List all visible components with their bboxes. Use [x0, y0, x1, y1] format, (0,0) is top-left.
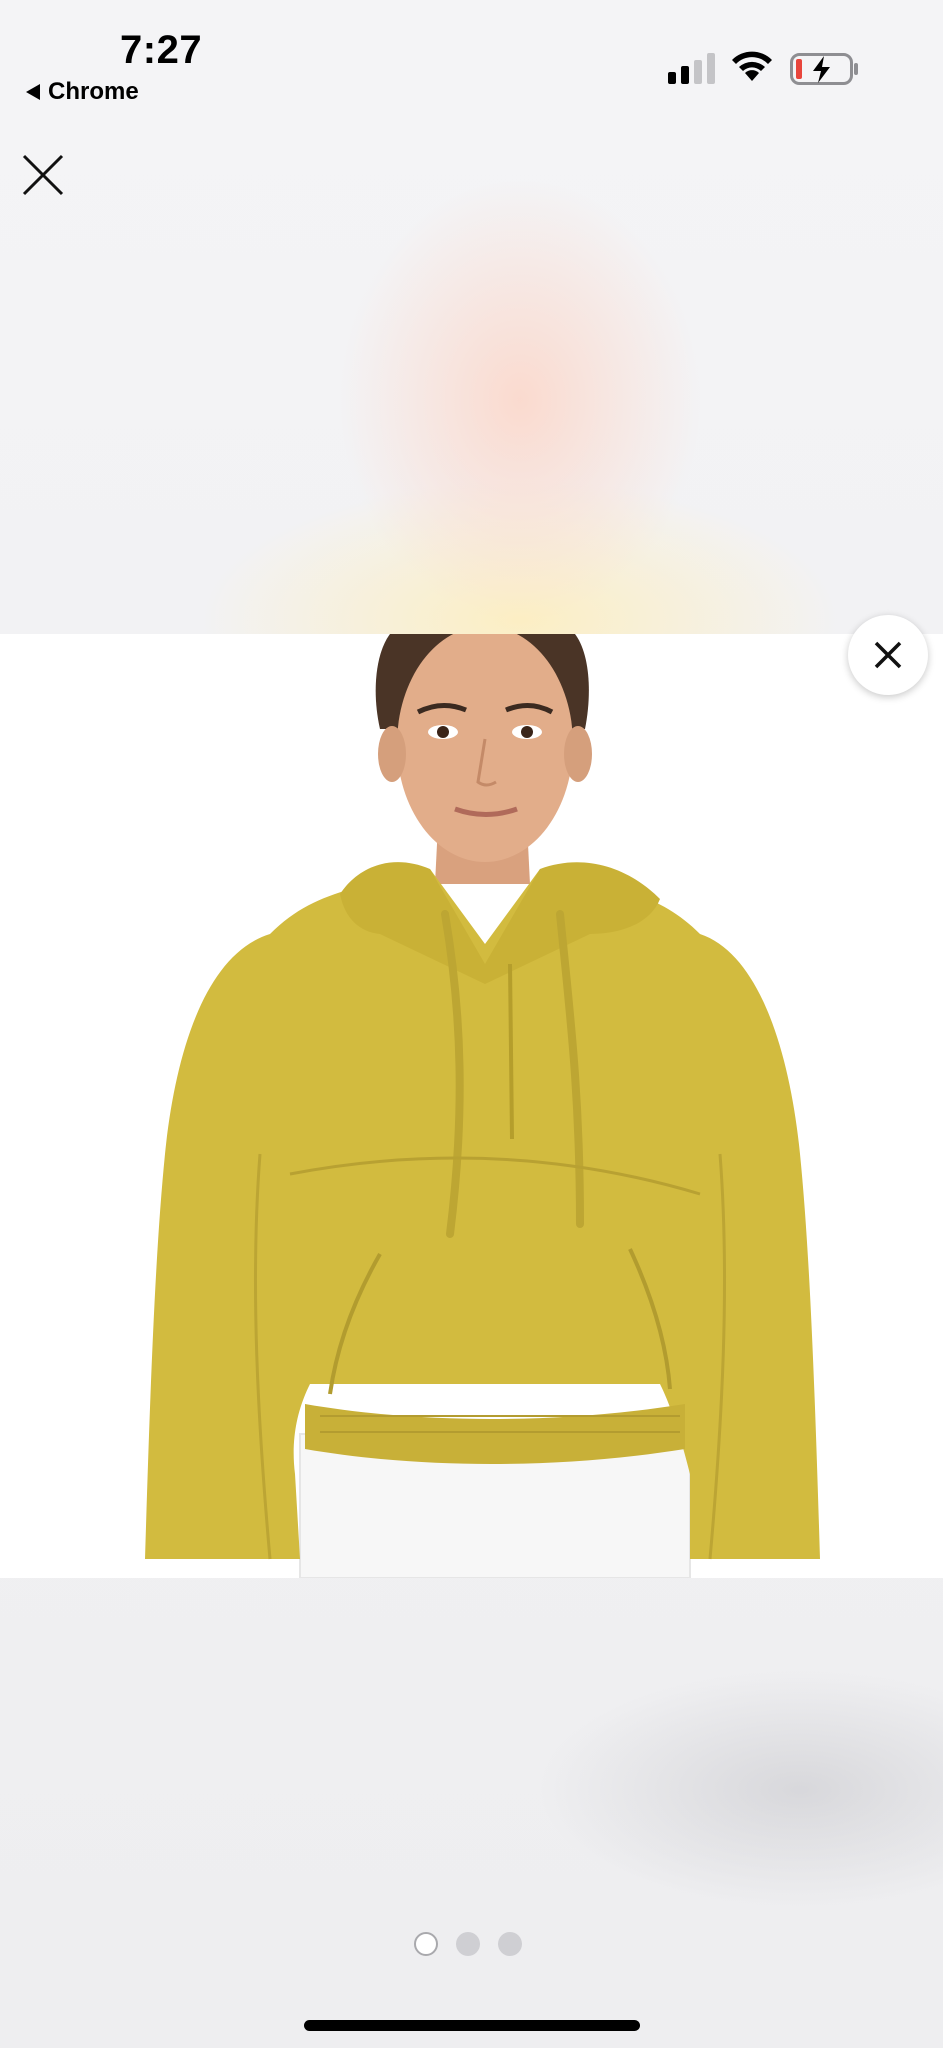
close-image-button[interactable] — [848, 615, 928, 695]
home-indicator[interactable] — [304, 2020, 640, 2031]
signal-icon — [668, 52, 715, 84]
close-icon — [874, 641, 902, 669]
battery-charging-icon — [790, 53, 858, 85]
pagination-dot[interactable] — [414, 1932, 438, 1956]
close-viewer-button[interactable] — [18, 150, 68, 200]
back-to-app-link[interactable]: Chrome — [26, 78, 139, 106]
pagination-dot[interactable] — [456, 1932, 480, 1956]
back-app-label: Chrome — [48, 78, 139, 105]
pagination-dot[interactable] — [498, 1932, 522, 1956]
wifi-icon — [732, 51, 772, 81]
product-image[interactable] — [0, 634, 943, 1578]
status-bar: 7:27 Chrome — [0, 0, 943, 120]
image-pagination — [414, 1932, 522, 1956]
status-time: 7:27 — [120, 28, 203, 72]
back-arrow-icon — [26, 84, 40, 100]
close-icon — [22, 154, 64, 196]
product-photo-illustration — [145, 634, 820, 1578]
